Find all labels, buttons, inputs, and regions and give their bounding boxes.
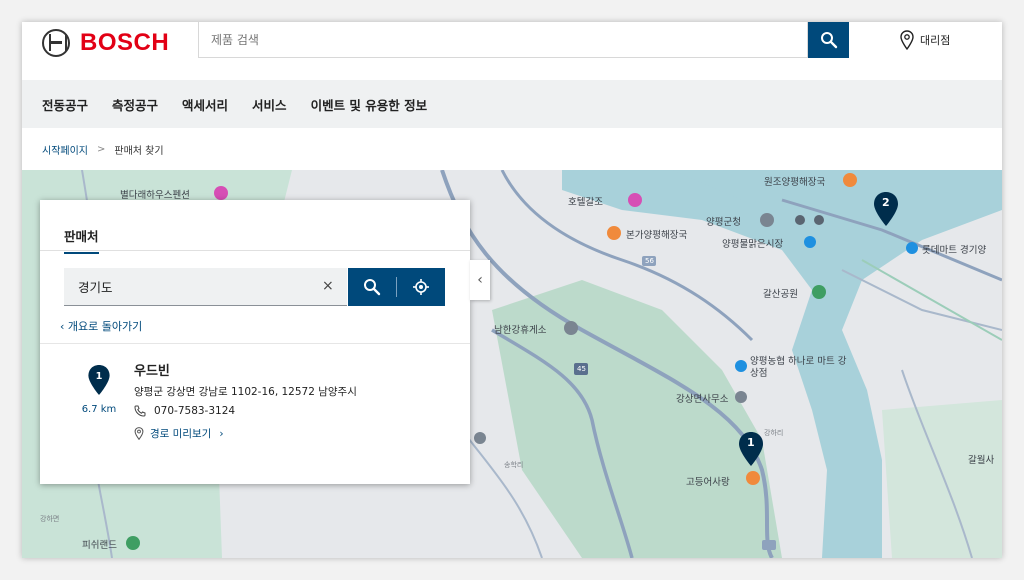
map-label-7: 갈산공원 xyxy=(763,289,798,300)
chevron-left-icon: ‹ xyxy=(477,272,483,288)
result-divider xyxy=(40,343,470,344)
dealer-label: 대리점 xyxy=(920,34,951,47)
location-buttons xyxy=(348,268,445,306)
breadcrumb: 시작페이지 > 판매처 찾기 xyxy=(22,128,1002,170)
dealer-locator-link[interactable]: 대리점 xyxy=(900,30,950,50)
map-label-10: 강상면사무소 xyxy=(676,394,729,405)
map-marker-icon: 1 xyxy=(88,365,110,395)
route-preview-label: 경로 미리보기 xyxy=(150,428,212,440)
store-name: 우드빈 xyxy=(134,364,170,379)
tab-divider xyxy=(40,250,470,251)
map-label-17: 송학리 xyxy=(504,461,524,469)
back-to-overview-link[interactable]: ‹ 개요로 돌아가기 xyxy=(60,318,142,334)
poi-office-icon xyxy=(760,213,774,227)
poi-station-icon xyxy=(795,215,805,225)
search-icon xyxy=(820,32,837,49)
nav-item-events[interactable]: 이벤트 및 유용한 정보 xyxy=(311,95,428,114)
clear-icon[interactable]: × xyxy=(322,278,334,294)
map-label-2: 본가양평해장국 xyxy=(626,230,688,241)
location-pin-icon xyxy=(900,30,914,50)
location-pin-icon xyxy=(134,427,144,440)
store-phone-number: 070-7583-3124 xyxy=(154,405,236,417)
map-label-13: 피쉬랜드 xyxy=(82,540,117,551)
browser-frame: BOSCH 대리점 전동공구 측정공구 액세서리 서비스 이벤트 및 유용한 정… xyxy=(22,22,1002,558)
map-label-16: 56 xyxy=(645,257,654,265)
dealer-map[interactable]: 2 1 별다래하우스펜션 호텔갈조 본가양평해장국 원조양평해장국 양평군청 양… xyxy=(22,170,1002,558)
map-label-0: 별다래하우스펜션 xyxy=(120,190,190,201)
search-button[interactable] xyxy=(808,22,849,58)
nav-item-accessories[interactable]: 액세서리 xyxy=(182,95,228,114)
poi-shop-2-icon xyxy=(906,242,918,254)
map-label-12: 갈월사 xyxy=(968,455,995,466)
poi-restaurant-3-icon xyxy=(746,471,760,485)
poi-metro-icon xyxy=(814,215,824,225)
poi-hotel-2-icon xyxy=(628,193,642,207)
poi-shop-icon xyxy=(804,236,816,248)
main-navigation: 전동공구 측정공구 액세서리 서비스 이벤트 및 유용한 정보 xyxy=(22,80,1002,128)
forest-area-east xyxy=(882,400,1002,558)
map-label-8: 남한강휴게소 xyxy=(494,325,547,336)
collapse-panel-button[interactable]: ‹ xyxy=(470,260,490,300)
breadcrumb-current: 판매처 찾기 xyxy=(114,145,164,157)
highway-shield-56-south xyxy=(762,540,776,550)
map-label-4: 양평군청 xyxy=(706,217,741,228)
map-label-9: 양평농협 하나로 마트 강상점 xyxy=(750,356,847,379)
locate-me-icon xyxy=(413,279,429,295)
poi-restaurant-icon xyxy=(607,226,621,240)
bosch-logo[interactable]: BOSCH xyxy=(42,28,169,58)
poi-shop-3-icon xyxy=(735,360,747,372)
route-preview-link[interactable]: 경로 미리보기 › xyxy=(134,426,224,441)
chevron-right-icon: › xyxy=(219,427,224,440)
site-header: BOSCH 대리점 xyxy=(22,22,1002,80)
poi-hotel-icon xyxy=(214,186,228,200)
search-icon xyxy=(364,279,381,296)
current-location-button[interactable] xyxy=(397,268,445,306)
map-label-3: 원조양평해장국 xyxy=(764,177,826,188)
nav-item-service[interactable]: 서비스 xyxy=(252,95,287,114)
poi-park-icon xyxy=(812,285,826,299)
map-pin-1-number[interactable]: 1 xyxy=(747,436,755,449)
bosch-armature-icon xyxy=(42,29,70,57)
poi-office-2-icon xyxy=(735,391,747,403)
result-pin: 1 6.7 km xyxy=(76,365,122,415)
map-label-11: 고등어사랑 xyxy=(686,477,730,488)
location-search[interactable] xyxy=(64,268,347,306)
poi-park-2-icon xyxy=(126,536,140,550)
store-phone[interactable]: 070-7583-3124 xyxy=(134,405,235,417)
product-search-input[interactable] xyxy=(199,22,807,57)
map-label-18: 강하리 xyxy=(764,429,784,437)
dealer-panel: 판매처 × xyxy=(40,200,470,484)
nav-item-power-tools[interactable]: 전동공구 xyxy=(42,95,88,114)
result-pin-number: 1 xyxy=(96,371,103,382)
phone-icon xyxy=(134,405,146,417)
poi-gray-icon xyxy=(474,432,486,444)
store-address: 양평군 강상면 강남로 1102-16, 12572 남양주시 xyxy=(134,386,357,398)
map-label-14: 강하면 xyxy=(40,515,60,523)
result-distance: 6.7 km xyxy=(81,404,117,415)
map-label-5: 양평물맑은시장 xyxy=(722,239,784,250)
product-search[interactable] xyxy=(198,22,808,58)
map-label-15: 45 xyxy=(577,365,586,373)
map-label-1: 호텔갈조 xyxy=(568,197,603,208)
poi-restaurant-2-icon xyxy=(843,173,857,187)
breadcrumb-home[interactable]: 시작페이지 xyxy=(42,142,88,157)
brand-name: BOSCH xyxy=(80,29,170,56)
breadcrumb-separator: > xyxy=(97,143,106,155)
map-pin-2-number[interactable]: 2 xyxy=(882,196,890,209)
nav-item-measuring-tools[interactable]: 측정공구 xyxy=(112,95,158,114)
location-input[interactable] xyxy=(64,268,347,305)
map-label-6: 롯데마트 경기양 xyxy=(922,245,987,256)
location-search-button[interactable] xyxy=(348,268,396,306)
poi-rest-area-icon xyxy=(564,321,578,335)
